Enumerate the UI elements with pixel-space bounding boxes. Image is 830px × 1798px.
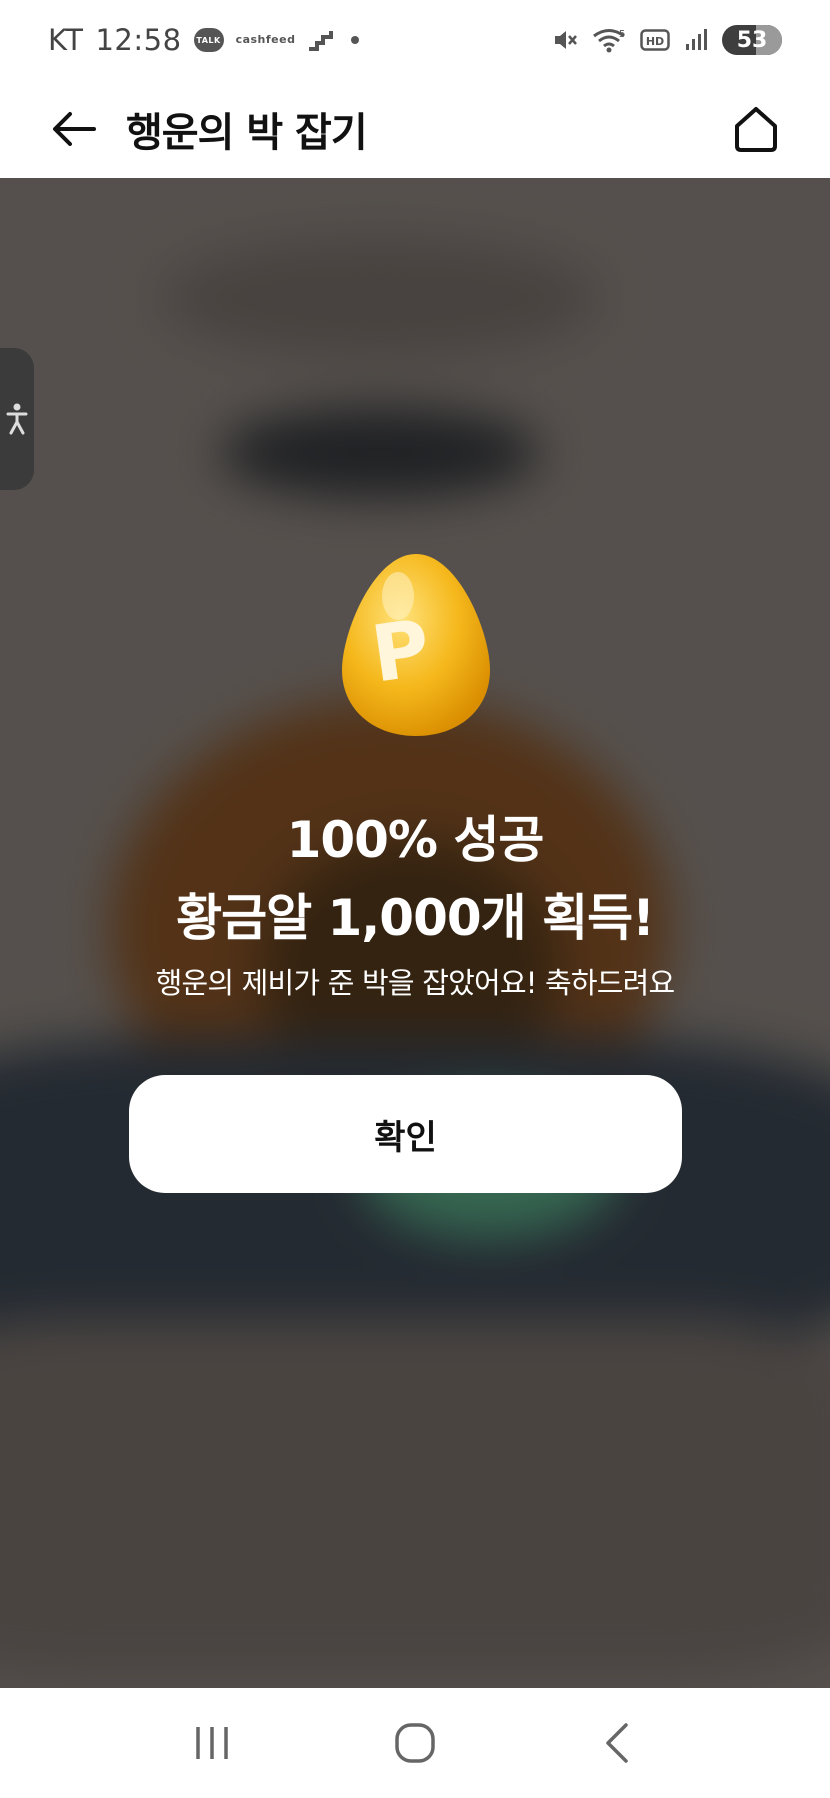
recent-apps-button[interactable] [172,1703,252,1783]
feed-label: feed [265,33,296,46]
status-right: 5 HD 53 [552,25,782,55]
mute-icon [552,27,578,53]
golden-egg-icon: P [342,554,490,736]
carrier-label: KT [48,23,84,57]
network-label: 5 [619,29,625,40]
kakaotalk-icon: TALK [193,28,224,52]
stairs-icon [307,29,334,51]
recent-apps-icon [195,1727,228,1759]
back-nav-button[interactable] [578,1703,658,1783]
clock: 12:58 [95,23,182,57]
result-title-line1: 100% 성공 [286,811,545,869]
home-icon [735,107,777,152]
home-nav-button[interactable] [375,1703,455,1783]
wifi-icon: 5 [592,27,626,53]
back-chevron-icon [606,1723,629,1763]
result-subtitle: 행운의 제비가 준 박을 잡았어요! 축하드려요 [155,966,676,1000]
cashfeed-icon: cash feed [235,33,296,46]
battery-icon: 53 [722,25,782,55]
accessibility-tab[interactable] [0,348,34,490]
home-circle-icon [395,1723,435,1763]
status-left: KT 12:58 TALK cash feed [48,23,360,57]
hd-icon: HD [640,28,670,52]
app-bar: 행운의 박 잡기 [0,80,830,178]
notification-dot-icon [351,36,360,44]
page-title: 행운의 박 잡기 [126,110,368,156]
system-navigation-bar [0,1688,830,1798]
confirm-button[interactable]: 확인 [129,1075,682,1193]
arrow-left-icon [53,112,96,146]
result-title-line2: 황금알 1,000개 획득! [176,889,655,947]
accessibility-icon [6,403,28,435]
home-button[interactable] [726,99,786,159]
battery-level: 53 [736,27,768,53]
cash-label: cash [235,33,266,46]
result-modal-area: P 100% 성공 황금알 1,000개 획득! 행운의 제비가 준 박을 잡았… [0,178,830,1688]
signal-icon [684,28,708,52]
status-bar: KT 12:58 TALK cash feed 5 HD 53 [0,0,830,80]
hd-label: HD [646,35,664,48]
back-button[interactable] [44,99,104,159]
